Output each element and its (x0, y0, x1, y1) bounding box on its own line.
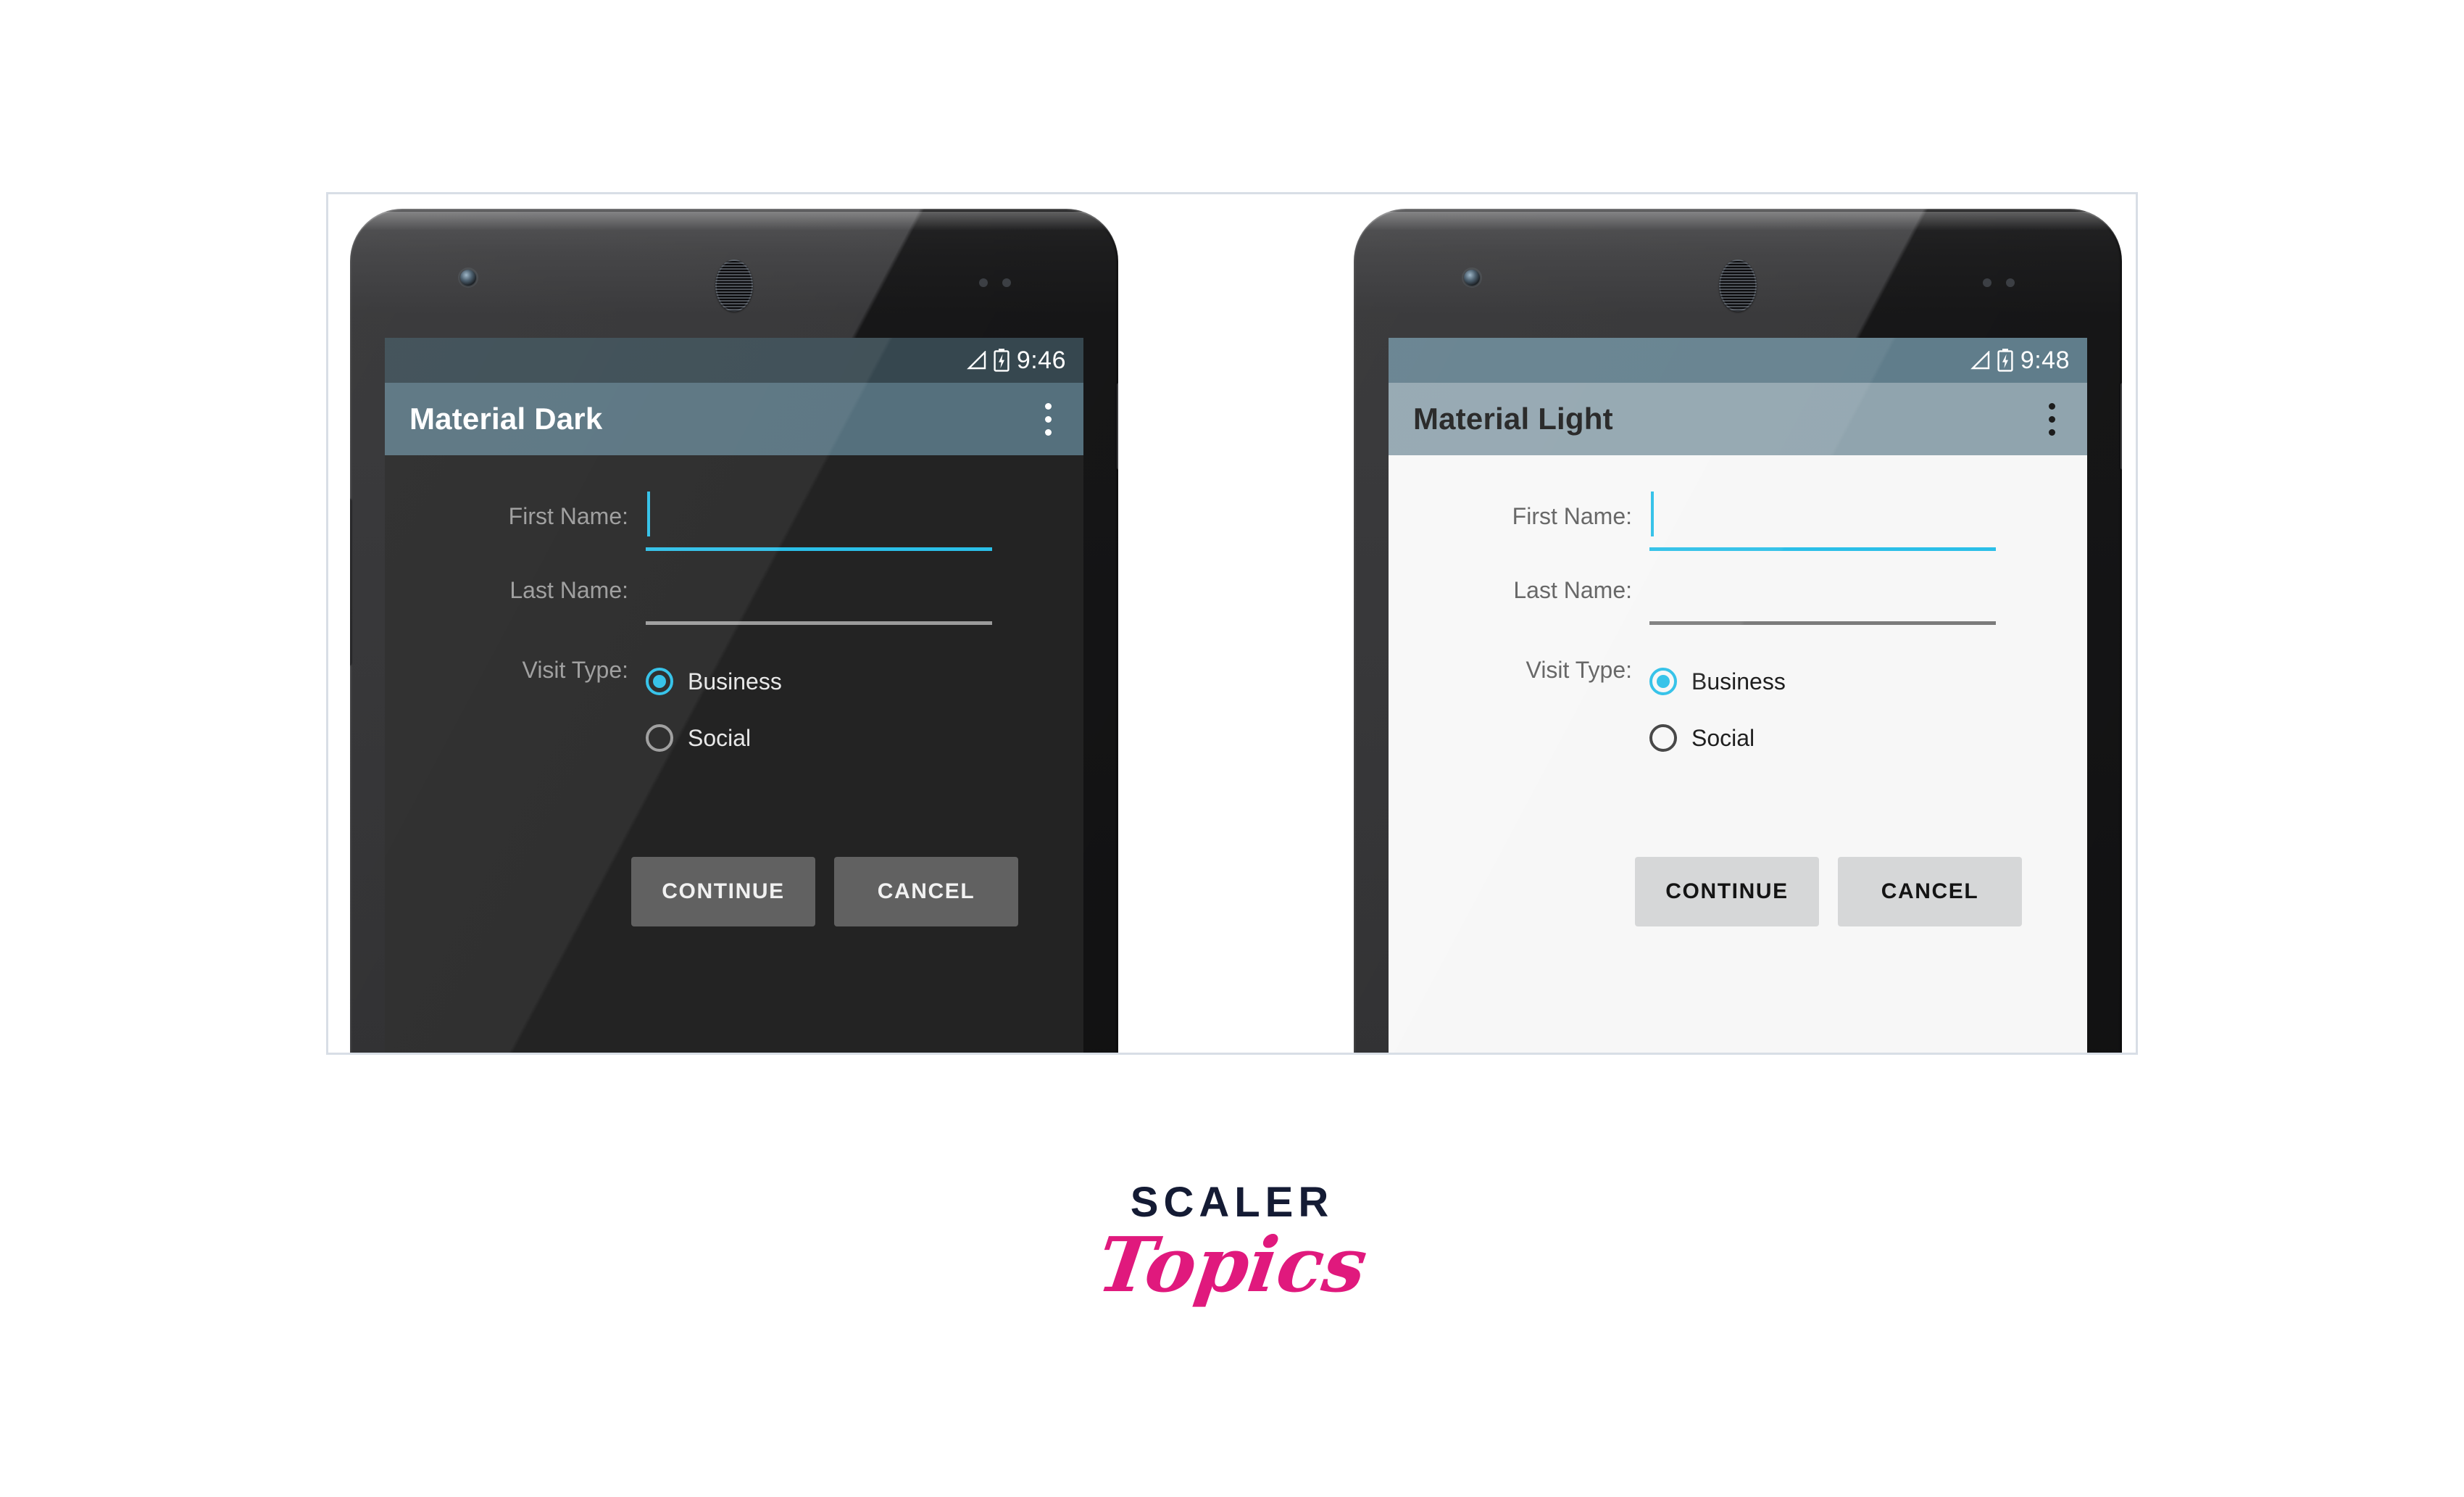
app-bar-light: Material Light (1389, 383, 2087, 455)
continue-button[interactable]: CONTINUE (1635, 857, 1819, 926)
app-bar-title: Material Dark (409, 402, 603, 436)
power-button[interactable] (1117, 383, 1118, 470)
form-row-visit-type: Visit Type: Business Social (385, 658, 1083, 761)
screen-material-light: 9:48 Material Light First Name: Last Nam… (1389, 338, 2087, 1053)
text-caret-icon (647, 492, 650, 536)
radio-option-business[interactable]: Business (646, 658, 992, 705)
visit-type-radio-group: Business Social (1649, 658, 1996, 761)
signal-triangle-icon (966, 351, 986, 370)
proximity-sensor-icon (979, 278, 988, 287)
form-row-last-name: Last Name: (1389, 579, 2087, 625)
visit-type-radio-group: Business Social (646, 658, 992, 761)
first-name-input[interactable] (1649, 492, 1996, 551)
first-name-input[interactable] (646, 492, 992, 551)
radio-label-social: Social (1691, 725, 1755, 751)
first-name-label: First Name: (508, 503, 628, 529)
last-name-field-wrap (646, 579, 992, 625)
phone-material-light: 9:48 Material Light First Name: Last Nam… (1354, 209, 2122, 1053)
first-name-field-wrap (1649, 492, 1996, 551)
first-name-underline (1649, 547, 1996, 551)
form-button-bar: CONTINUE CANCEL (385, 857, 1083, 926)
status-bar-light: 9:48 (1389, 338, 2087, 383)
earpiece-speaker-icon (1719, 260, 1757, 312)
radio-label-business: Business (688, 668, 782, 694)
phone-body-dark: 9:46 Material Dark First Name: Last Name… (350, 209, 1118, 1053)
battery-charging-icon (994, 349, 1010, 372)
screen-material-dark: 9:46 Material Dark First Name: Last Name… (385, 338, 1083, 1053)
form-content-dark: First Name: Last Name: Visit Type: Busin… (385, 455, 1083, 1053)
radio-unchecked-icon (646, 724, 673, 752)
logo-topics-text: Topics (1091, 1220, 1373, 1309)
first-name-underline (646, 547, 992, 551)
last-name-label: Last Name: (509, 577, 628, 603)
form-row-last-name: Last Name: (385, 579, 1083, 625)
last-name-input[interactable] (646, 579, 992, 625)
earpiece-speaker-icon (715, 260, 753, 312)
front-camera-icon (1464, 270, 1480, 286)
last-name-underline (1649, 621, 1996, 625)
scaler-topics-logo: SCALER Topics (0, 1179, 2464, 1310)
text-caret-icon (1651, 492, 1654, 536)
more-vert-icon[interactable] (2035, 393, 2068, 445)
phone-body-light: 9:48 Material Light First Name: Last Nam… (1354, 209, 2122, 1053)
more-vert-icon[interactable] (1031, 393, 1065, 445)
radio-label-business: Business (1691, 668, 1786, 694)
power-button[interactable] (2120, 383, 2122, 470)
radio-label-social: Social (688, 725, 752, 751)
last-name-input[interactable] (1649, 579, 1996, 625)
status-bar-time: 9:48 (2020, 347, 2070, 374)
first-name-label: First Name: (1512, 503, 1632, 529)
status-bar-dark: 9:46 (385, 338, 1083, 383)
phone-material-dark: 9:46 Material Dark First Name: Last Name… (350, 209, 1118, 1053)
continue-button[interactable]: CONTINUE (631, 857, 815, 926)
signal-triangle-icon (1970, 351, 1990, 370)
form-row-first-name: First Name: (1389, 492, 2087, 551)
light-sensor-icon (2006, 278, 2015, 287)
radio-checked-icon (1649, 668, 1677, 695)
phone-bezel-highlight-light (1361, 212, 2115, 231)
app-bar-dark: Material Dark (385, 383, 1083, 455)
phone-bezel-highlight-dark (357, 212, 1111, 231)
front-camera-icon (460, 270, 476, 286)
volume-rocker-button[interactable] (350, 499, 351, 665)
figure-frame: 9:46 Material Dark First Name: Last Name… (326, 192, 2138, 1055)
form-button-bar: CONTINUE CANCEL (1389, 857, 2087, 926)
logo-scaler-text: SCALER (1130, 1179, 1334, 1226)
form-row-visit-type: Visit Type: Business Social (1389, 658, 2087, 761)
radio-option-business[interactable]: Business (1649, 658, 1996, 705)
form-content-light: First Name: Last Name: Visit Type: Busin… (1389, 455, 2087, 1053)
last-name-label: Last Name: (1513, 577, 1632, 603)
visit-type-label: Visit Type: (1526, 657, 1632, 683)
radio-unchecked-icon (1649, 724, 1677, 752)
last-name-underline (646, 621, 992, 625)
radio-option-social[interactable]: Social (1649, 715, 1996, 761)
form-row-first-name: First Name: (385, 492, 1083, 551)
last-name-field-wrap (1649, 579, 1996, 625)
proximity-sensor-icon (1983, 278, 1991, 287)
battery-charging-icon (1997, 349, 2013, 372)
visit-type-label: Visit Type: (522, 657, 628, 683)
cancel-button[interactable]: CANCEL (1838, 857, 2022, 926)
status-bar-time: 9:46 (1016, 347, 1066, 374)
app-bar-title: Material Light (1413, 402, 1613, 436)
light-sensor-icon (1002, 278, 1011, 287)
radio-option-social[interactable]: Social (646, 715, 992, 761)
first-name-field-wrap (646, 492, 992, 551)
cancel-button[interactable]: CANCEL (834, 857, 1018, 926)
radio-checked-icon (646, 668, 673, 695)
